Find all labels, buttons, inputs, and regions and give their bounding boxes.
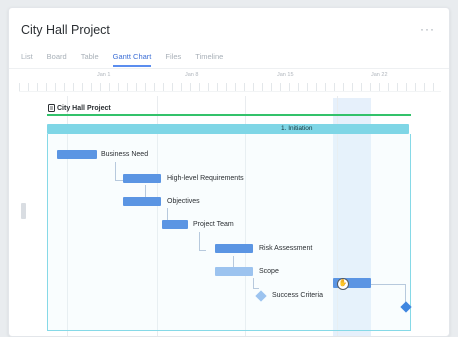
tab-board[interactable]: Board <box>47 52 67 65</box>
task-label: Scope <box>259 268 279 275</box>
task-label: Business Need <box>101 151 149 158</box>
gantt-area: City Hall Project 1. Initiation Business… <box>19 96 441 336</box>
task-label: Project Team <box>193 221 234 228</box>
task-bar[interactable] <box>162 220 188 229</box>
tab-timeline[interactable]: Timeline <box>195 52 223 65</box>
project-summary-bar[interactable] <box>47 114 411 116</box>
date-label: Jan 1 <box>97 72 111 78</box>
task-label: Success Criteria <box>272 292 323 299</box>
task-bar[interactable] <box>57 150 97 159</box>
task-bar[interactable] <box>215 267 253 276</box>
task-label: Objectives <box>167 198 200 205</box>
day-ticks <box>19 83 441 92</box>
tab-table[interactable]: Table <box>81 52 99 65</box>
project-label: City Hall Project <box>57 105 111 112</box>
view-tabs: List Board Table Gantt Chart Files Timel… <box>21 52 223 67</box>
gantt-card: City Hall Project ··· List Board Table G… <box>8 7 450 337</box>
phase-container <box>47 134 411 331</box>
timeline-ruler: Jan 1 Jan 8 Jan 15 Jan 22 <box>19 72 441 96</box>
phase-label: 1. Initiation <box>281 125 313 132</box>
page-title: City Hall Project <box>21 23 110 37</box>
resize-handle[interactable] <box>21 203 26 219</box>
task-bar[interactable] <box>123 197 161 206</box>
date-label: Jan 15 <box>277 72 294 78</box>
more-options-icon[interactable]: ··· <box>420 22 435 36</box>
dependency-connector <box>199 232 206 251</box>
tab-gantt-chart[interactable]: Gantt Chart <box>112 52 151 67</box>
task-label: High-level Requirements <box>167 175 244 182</box>
tab-files[interactable]: Files <box>165 52 181 65</box>
dependency-connector <box>371 284 406 303</box>
phase-bar[interactable] <box>47 124 409 134</box>
tabs-divider <box>9 68 449 69</box>
date-label: Jan 8 <box>185 72 199 78</box>
task-label: Risk Assessment <box>259 245 313 252</box>
tab-list[interactable]: List <box>21 52 33 65</box>
dependency-connector <box>253 278 259 289</box>
project-icon <box>48 104 55 112</box>
task-bar[interactable] <box>123 174 161 183</box>
date-label: Jan 22 <box>371 72 388 78</box>
grab-cursor-icon: ✋ <box>337 278 349 290</box>
task-bar[interactable] <box>215 244 253 253</box>
